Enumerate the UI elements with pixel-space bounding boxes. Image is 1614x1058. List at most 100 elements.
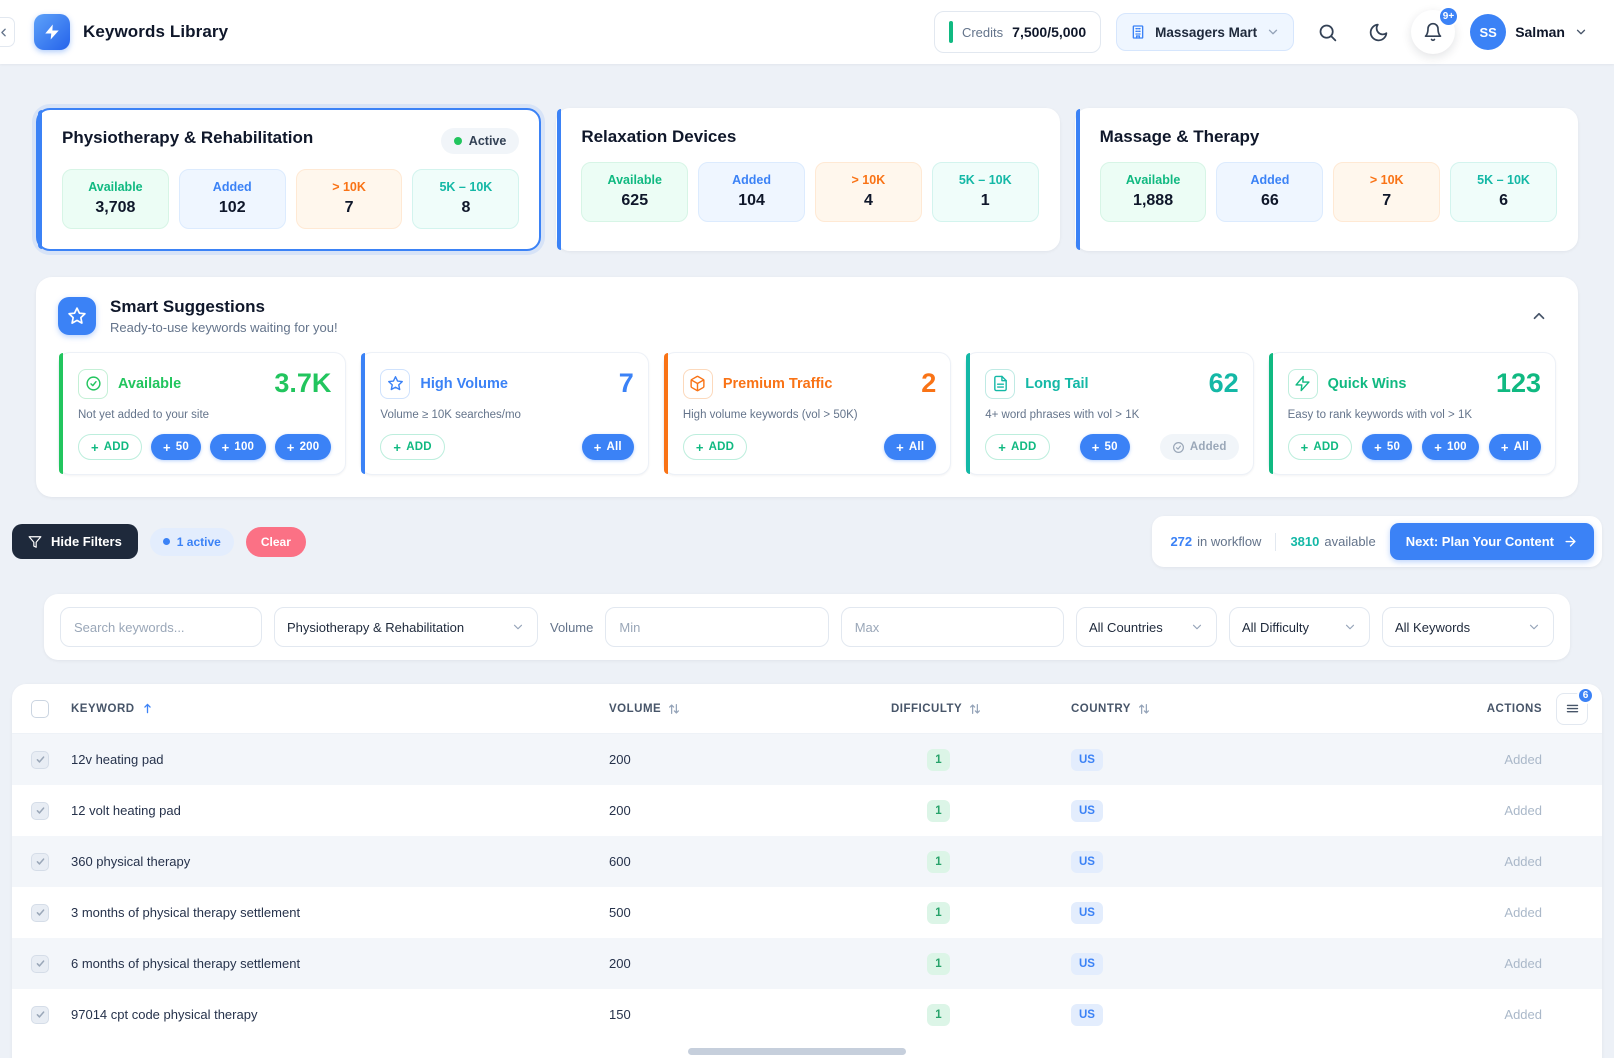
add-100-button[interactable]: +100	[210, 434, 267, 460]
suggestion-count: 123	[1496, 368, 1541, 399]
user-menu[interactable]: SS Salman	[1470, 14, 1588, 50]
plus-icon: +	[222, 441, 230, 454]
volume-min-input[interactable]	[605, 607, 828, 647]
clear-filters-button[interactable]: Clear	[246, 527, 306, 557]
notifications-button[interactable]: 9+	[1411, 10, 1455, 54]
suggestion-count: 7	[619, 368, 634, 399]
suggestion-title: Available	[118, 376, 181, 392]
suggestion-title: Long Tail	[1025, 376, 1088, 392]
column-header-keyword[interactable]: KEYWORD	[68, 702, 609, 715]
table-header: KEYWORD VOLUME DIFFICULTY COUNTRY ACTION…	[12, 684, 1602, 734]
chevron-down-icon	[1266, 25, 1280, 39]
stat-available: Available 1,888	[1100, 162, 1207, 222]
add-50-button[interactable]: +50	[1080, 434, 1130, 460]
next-plan-content-button[interactable]: Next: Plan Your Content	[1390, 523, 1594, 560]
chevron-left-icon	[0, 26, 10, 39]
plus-icon: +	[287, 441, 295, 454]
stat-added: Added 104	[698, 162, 805, 222]
add-button[interactable]: +ADD	[1288, 434, 1352, 460]
hide-filters-button[interactable]: Hide Filters	[12, 524, 138, 559]
document-icon	[985, 369, 1015, 399]
row-checkbox[interactable]	[31, 955, 49, 973]
bolt-icon	[43, 23, 61, 41]
suggestion-title: Premium Traffic	[723, 376, 833, 392]
add-all-button[interactable]: +All	[884, 434, 936, 460]
table-row[interactable]: 3 months of physical therapy settlement …	[12, 887, 1602, 938]
table-row[interactable]: 6 months of physical therapy settlement …	[12, 938, 1602, 989]
add-50-button[interactable]: +50	[1362, 434, 1412, 460]
stat-5k-10k: 5K – 10K 8	[412, 169, 519, 229]
workspace-name: Massagers Mart	[1155, 25, 1257, 40]
search-input[interactable]	[60, 607, 262, 647]
top-bar: Keywords Library Credits 7,500/5,000 Mas…	[0, 0, 1614, 64]
arrow-right-icon	[1563, 534, 1578, 549]
table-row[interactable]: 12v heating pad 200 1 US Added	[12, 734, 1602, 785]
credits-value: 7,500/5,000	[1012, 24, 1086, 40]
action-status: Added	[1371, 956, 1602, 971]
sparkle-icon	[58, 297, 96, 335]
row-checkbox[interactable]	[31, 1006, 49, 1024]
column-header-difficulty[interactable]: DIFFICULTY	[891, 702, 1071, 716]
stat-over-10k: > 10K 4	[815, 162, 922, 222]
add-button[interactable]: +ADD	[985, 434, 1049, 460]
column-settings-button[interactable]: 6	[1556, 693, 1588, 725]
add-button[interactable]: +ADD	[380, 434, 444, 460]
difficulty-filter-select[interactable]: All Difficulty	[1229, 607, 1370, 647]
top-right: Credits 7,500/5,000 Massagers Mart 9+ SS…	[934, 10, 1588, 54]
row-checkbox[interactable]	[31, 904, 49, 922]
country-badge: US	[1071, 800, 1103, 822]
user-name: Salman	[1515, 24, 1565, 40]
volume-cell: 500	[609, 905, 891, 920]
table-row[interactable]: 360 physical therapy 600 1 US Added	[12, 836, 1602, 887]
stat-added: Added 102	[179, 169, 286, 229]
search-button[interactable]	[1309, 14, 1345, 50]
row-checkbox[interactable]	[31, 802, 49, 820]
project-filter-select[interactable]: Physiotherapy & Rehabilitation	[274, 607, 538, 647]
add-button[interactable]: +ADD	[683, 434, 747, 460]
volume-max-input[interactable]	[841, 607, 1064, 647]
add-200-button[interactable]: +200	[275, 434, 332, 460]
check-icon	[35, 805, 46, 816]
plus-icon: +	[91, 441, 99, 454]
project-card-relaxation[interactable]: Relaxation Devices Available 625 Added 1…	[556, 108, 1059, 251]
row-checkbox[interactable]	[31, 853, 49, 871]
hamburger-icon	[1565, 701, 1580, 716]
table-row[interactable]: 12 volt heating pad 200 1 US Added	[12, 785, 1602, 836]
filters-row: Hide Filters 1 active Clear 272 in workf…	[12, 516, 1602, 567]
dark-mode-toggle[interactable]	[1360, 14, 1396, 50]
row-checkbox[interactable]	[31, 751, 49, 769]
add-50-button[interactable]: +50	[151, 434, 201, 460]
column-header-country[interactable]: COUNTRY	[1071, 702, 1371, 716]
select-all-checkbox[interactable]	[31, 700, 49, 718]
suggestion-title: High Volume	[420, 376, 508, 392]
plus-icon: +	[1501, 441, 1509, 454]
collapse-button[interactable]	[1522, 299, 1556, 333]
workspace-select[interactable]: Massagers Mart	[1116, 13, 1294, 51]
status-dot	[454, 137, 462, 145]
add-all-button[interactable]: +All	[582, 434, 634, 460]
suggestion-desc: Easy to rank keywords with vol > 1K	[1288, 409, 1541, 421]
funnel-icon	[28, 535, 42, 549]
table-row[interactable]: 97014 cpt code physical therapy 150 1 US…	[12, 989, 1602, 1040]
add-100-button[interactable]: +100	[1422, 434, 1479, 460]
keyword-cell: 6 months of physical therapy settlement	[68, 956, 609, 971]
suggestion-desc: Not yet added to your site	[78, 409, 331, 421]
project-card-physiotherapy[interactable]: Physiotherapy & Rehabilitation Active Av…	[36, 108, 541, 251]
project-card-massage[interactable]: Massage & Therapy Available 1,888 Added …	[1075, 108, 1578, 251]
country-filter-select[interactable]: All Countries	[1076, 607, 1217, 647]
action-status: Added	[1371, 905, 1602, 920]
suggestion-card-long-tail: Long Tail 62 4+ word phrases with vol > …	[965, 352, 1253, 475]
suggestion-title: Quick Wins	[1328, 376, 1407, 392]
country-badge: US	[1071, 953, 1103, 975]
divider	[1275, 533, 1276, 551]
building-icon	[1130, 24, 1146, 40]
horizontal-scrollbar[interactable]	[688, 1048, 906, 1055]
chevron-down-icon	[1190, 620, 1204, 634]
column-header-volume[interactable]: VOLUME	[609, 702, 891, 716]
avatar: SS	[1470, 14, 1506, 50]
sort-icon	[667, 702, 681, 716]
keywords-filter-select[interactable]: All Keywords	[1382, 607, 1554, 647]
add-button[interactable]: +ADD	[78, 434, 142, 460]
add-all-button[interactable]: +All	[1489, 434, 1541, 460]
back-button[interactable]	[0, 17, 15, 47]
